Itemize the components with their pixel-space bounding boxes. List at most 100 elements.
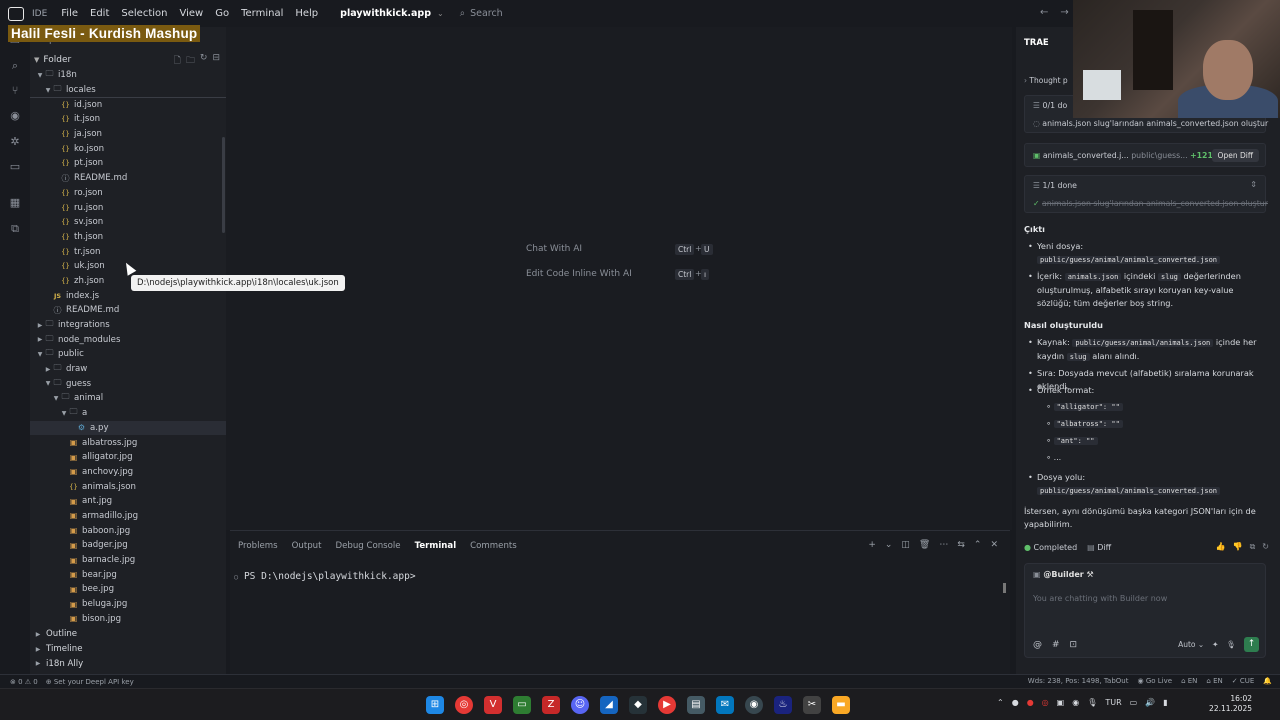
model-selector[interactable]: Auto ⌄ (1178, 640, 1204, 649)
tree-file[interactable]: {} sv.json (30, 215, 226, 230)
tree-file[interactable]: ▣ armadillo.jpg (30, 509, 226, 524)
tree-file[interactable]: ▣ barnacle.jpg (30, 553, 226, 568)
tree-folder[interactable]: ▼ 🗀 a (30, 406, 226, 421)
close-icon[interactable]: ✕ (990, 540, 998, 550)
tree-folder[interactable]: ▼ 🗀 public (30, 347, 226, 362)
tray-chevron-icon[interactable]: ⌃ (997, 698, 1004, 707)
send-button[interactable]: ↑ (1244, 637, 1259, 652)
terminal-scrollbar[interactable] (1003, 583, 1006, 593)
diff-link[interactable]: ▤ Diff (1087, 543, 1111, 552)
tree-file[interactable]: ⚙ a.py (30, 420, 226, 436)
sparkle-icon[interactable]: ✦ (1212, 640, 1218, 649)
lang-indicator-1[interactable]: ⌂ EN (1181, 677, 1197, 685)
menu-terminal[interactable]: Terminal (241, 8, 283, 19)
hash-icon[interactable]: # (1052, 640, 1060, 650)
search-box[interactable]: ⌕ Search (460, 8, 503, 19)
mention-icon[interactable]: @ (1033, 640, 1042, 650)
menu-selection[interactable]: Selection (121, 8, 167, 19)
folder-section-header[interactable]: ▼ Folder 🗋 🗀 ↻ ⊟ (30, 53, 226, 67)
tray-battery-icon[interactable]: ▮ (1163, 698, 1167, 707)
project-name[interactable]: playwithkick.app (340, 8, 431, 19)
search-icon[interactable]: ⌕ (8, 59, 22, 73)
split-terminal-icon[interactable]: ◫ (901, 540, 910, 550)
tray-mic-icon[interactable]: 🎙 (1087, 698, 1097, 707)
tree-folder[interactable]: ▼ 🗀 locales (30, 83, 226, 98)
tree-file[interactable]: {} ko.json (30, 141, 226, 156)
go-live-button[interactable]: ◉ Go Live (1137, 677, 1172, 685)
extensions-icon[interactable]: ▦ (8, 196, 22, 210)
debug-icon[interactable]: ✲ (8, 135, 22, 149)
layout-icon[interactable]: ⇆ (957, 540, 965, 550)
obs-icon[interactable]: ◉ (745, 696, 763, 714)
maximize-panel-icon[interactable]: ⌃ (974, 540, 982, 550)
tree-file[interactable]: {} ro.json (30, 186, 226, 201)
tab-problems[interactable]: Problems (238, 541, 278, 551)
tray-opera-icon[interactable]: ◎ (1042, 698, 1049, 707)
tree-file[interactable]: {} it.json (30, 112, 226, 127)
file-manager-icon[interactable]: ▤ (687, 696, 705, 714)
new-folder-icon[interactable]: 🗀 (186, 53, 195, 69)
tree-file[interactable]: ⓘ README.md (30, 171, 226, 186)
terminal-prompt[interactable]: ○ PS D:\nodejs\playwithkick.app> (234, 571, 416, 582)
vivaldi-icon[interactable]: V (484, 696, 502, 714)
menu-help[interactable]: Help (295, 8, 318, 19)
tree-file[interactable]: {} id.json (30, 97, 226, 112)
tray-lang[interactable]: TUR (1105, 698, 1121, 707)
tree-file[interactable]: ▣ anchovy.jpg (30, 465, 226, 480)
tree-file[interactable]: {} pt.json (30, 156, 226, 171)
tree-file[interactable]: ▣ albatross.jpg (30, 435, 226, 450)
tray-volume-icon[interactable]: 🔊 (1145, 698, 1155, 707)
copy-icon[interactable]: ⧉ (1250, 542, 1256, 552)
tree-file[interactable]: ▣ beluga.jpg (30, 597, 226, 612)
new-file-icon[interactable]: 🗋 (174, 53, 181, 69)
trash-icon[interactable]: 🗑 (919, 540, 930, 550)
image-upload-icon[interactable]: ⊡ (1070, 640, 1078, 650)
discord-icon[interactable]: ☺ (571, 696, 589, 714)
menu-view[interactable]: View (179, 8, 203, 19)
eye-icon[interactable]: ◉ (8, 109, 22, 123)
tree-folder[interactable]: ▶ 🗀 integrations (30, 318, 226, 333)
tree-folder[interactable]: ▼ 🗀 i18n (30, 68, 226, 83)
tree-folder[interactable]: ▶ 🗀 draw (30, 362, 226, 377)
tree-folder[interactable]: ▶ 🗀 node_modules (30, 332, 226, 347)
deepl-api-status[interactable]: ⊕ Set your Deepl API key (46, 678, 134, 686)
outlook-icon[interactable]: ✉ (716, 696, 734, 714)
cue-indicator[interactable]: ✓ CUE (1232, 677, 1255, 685)
tray-game-icon[interactable]: ▣ (1057, 698, 1065, 707)
tab-terminal[interactable]: Terminal (415, 541, 457, 551)
cursor-info[interactable]: Wds: 238, Pos: 1498, TabOut (1028, 677, 1129, 685)
sidebar-scrollbar[interactable] (222, 137, 225, 233)
thought-toggle[interactable]: › Thought p (1024, 76, 1068, 85)
tree-file[interactable]: ▣ ant.jpg (30, 494, 226, 509)
add-terminal-icon[interactable]: + (868, 540, 876, 550)
diff-card[interactable]: ▣ animals_converted.j... public\guess...… (1024, 143, 1266, 167)
ide-taskbar-icon[interactable]: ▭ (513, 696, 531, 714)
tree-file[interactable]: ⓘ README.md (30, 303, 226, 318)
lang-indicator-2[interactable]: ⌂ EN (1206, 677, 1222, 685)
section-timeline[interactable]: ▶ Timeline (30, 642, 226, 657)
thumbs-down-icon[interactable]: 👎 (1233, 542, 1243, 552)
problems-indicator[interactable]: ⊗ 0 ⚠ 0 (10, 678, 38, 686)
tree-file[interactable]: ▣ badger.jpg (30, 538, 226, 553)
bell-icon[interactable]: 🔔 (1263, 677, 1272, 685)
tree-file[interactable]: ▣ baboon.jpg (30, 523, 226, 538)
capcut-icon[interactable]: ✂ (803, 696, 821, 714)
source-control-icon[interactable]: ⑂ (8, 84, 22, 98)
tray-app-icon[interactable]: ● (1012, 698, 1019, 707)
tree-file[interactable]: {} ja.json (30, 127, 226, 142)
tree-file[interactable]: ▣ bison.jpg (30, 611, 226, 626)
back-arrow-icon[interactable]: ← (1040, 7, 1048, 18)
tree-folder[interactable]: ▼ 🗀 guess (30, 376, 226, 391)
refresh-icon[interactable]: ↻ (200, 53, 208, 69)
section-i18n-ally[interactable]: ▶ i18n Ally (30, 656, 226, 671)
more-icon[interactable]: ⋯ (939, 540, 948, 550)
microphone-icon[interactable]: 🎙 (1226, 640, 1236, 649)
app-icon[interactable]: ◢ (600, 696, 618, 714)
thumbs-up-icon[interactable]: 👍 (1216, 542, 1226, 552)
tray-record-icon[interactable]: ● (1027, 698, 1034, 707)
tree-folder[interactable]: ▼ 🗀 animal (30, 391, 226, 406)
menu-go[interactable]: Go (215, 8, 229, 19)
tree-file[interactable]: ▣ bee.jpg (30, 582, 226, 597)
windows-start-icon[interactable]: ⊞ (426, 696, 444, 714)
collapse-all-icon[interactable]: ⊟ (212, 53, 220, 69)
